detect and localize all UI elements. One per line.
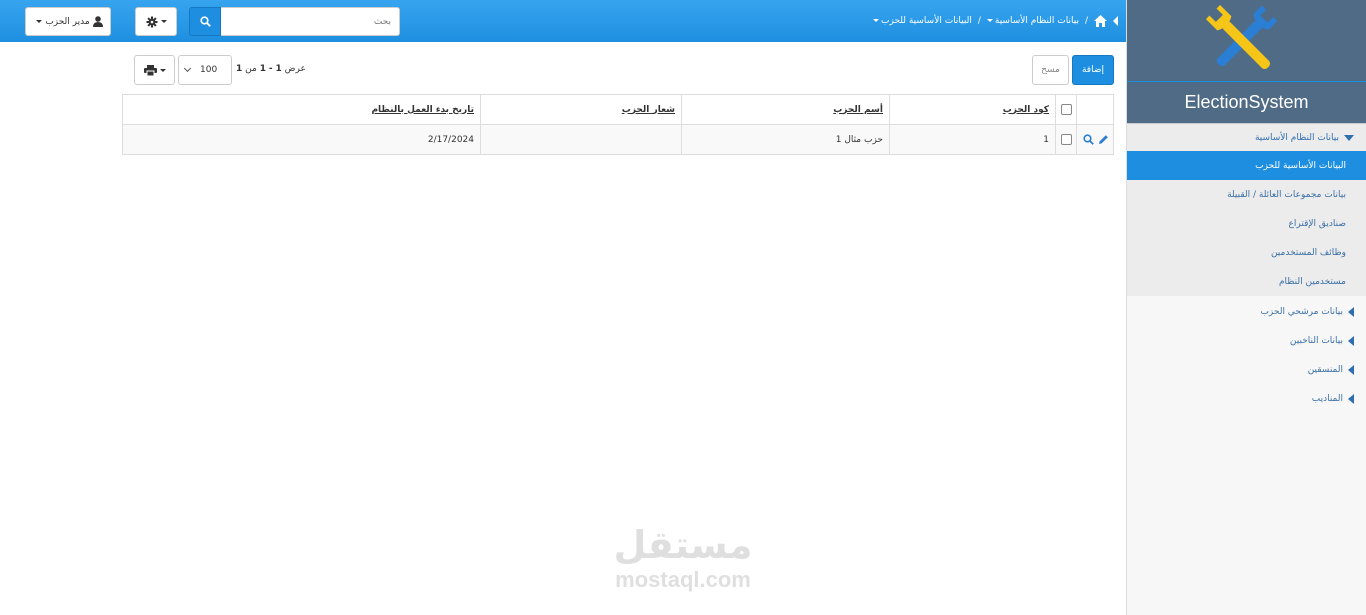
column-header-start-date[interactable]: تاريخ بدء العمل بالنظام xyxy=(122,94,481,125)
user-menu-label: مدير الحزب xyxy=(45,16,90,27)
select-all-header xyxy=(1055,94,1077,125)
user-menu-button[interactable]: مدير الحزب xyxy=(25,7,111,36)
app-name: ElectionSystem xyxy=(1184,92,1309,112)
sidebar-item-label: صناديق الإقتراع xyxy=(1288,218,1346,229)
search-group xyxy=(189,7,400,36)
table-header-row: كود الحزب أسم الحزب شعار الحزب تاريخ بدء… xyxy=(122,94,1114,125)
cell-code: 1 xyxy=(889,124,1056,155)
edit-pencil-icon[interactable] xyxy=(1098,134,1109,145)
watermark-arabic: مستقل xyxy=(613,523,753,567)
paging-dash: - xyxy=(268,64,273,74)
sidebar-item-party-data[interactable]: البيانات الأساسية للحزب xyxy=(1127,151,1366,180)
watermark-latin: mostaql.com xyxy=(615,567,751,592)
actions-header xyxy=(1076,94,1114,125)
page-size-select[interactable]: 100 xyxy=(178,55,232,85)
search-input[interactable] xyxy=(221,7,400,36)
caret-down-icon xyxy=(1344,134,1354,141)
sidebar-toggle-icon[interactable] xyxy=(1113,16,1118,26)
sidebar-nav: بيانات النظام الأساسية البيانات الأساسية… xyxy=(1127,124,1366,413)
caret-down-icon xyxy=(160,20,167,23)
settings-button[interactable] xyxy=(135,7,177,36)
breadcrumb-separator: / xyxy=(1084,16,1088,26)
sidebar-group-label: بيانات النظام الأساسية xyxy=(1254,132,1339,143)
brand-header: ElectionSystem xyxy=(1127,0,1366,124)
sidebar-group-label: المنسقين xyxy=(1307,364,1343,375)
watermark-logo: مستقل mostaql.com xyxy=(600,522,766,606)
breadcrumb-separator: / xyxy=(977,16,981,26)
cell-logo xyxy=(480,124,682,155)
sidebar-group-basic-data[interactable]: بيانات النظام الأساسية xyxy=(1127,124,1366,151)
user-icon xyxy=(92,16,103,27)
sidebar-group-coordinators[interactable]: المنسقين xyxy=(1127,355,1366,384)
column-header-logo[interactable]: شعار الحزب xyxy=(480,94,682,125)
paging-from: 1 xyxy=(275,64,282,74)
caret-down-icon xyxy=(873,19,880,22)
caret-left-icon xyxy=(1348,364,1354,375)
caret-down-icon xyxy=(36,20,43,23)
breadcrumb: / بيانات النظام الأساسية / البيانات الأس… xyxy=(873,0,1118,42)
sidebar-item-ballot-boxes[interactable]: صناديق الإقتراع xyxy=(1127,209,1366,238)
gear-icon xyxy=(146,16,157,27)
sidebar-submenu: البيانات الأساسية للحزب بيانات مجموعات ا… xyxy=(1127,151,1366,296)
select-all-checkbox[interactable] xyxy=(1060,104,1072,115)
brand-divider xyxy=(1127,81,1366,82)
view-search-icon[interactable] xyxy=(1083,134,1094,145)
sidebar-item-user-roles[interactable]: وظائف المستخدمين xyxy=(1127,238,1366,267)
paging-info: عرض 1 - 1 من 1 xyxy=(236,64,306,74)
caret-down-icon xyxy=(159,68,166,72)
paging-of: من xyxy=(245,64,257,74)
tools-logo-icon xyxy=(1205,4,1278,70)
chevron-down-icon xyxy=(183,64,192,73)
sidebar-item-label: البيانات الأساسية للحزب xyxy=(1255,160,1346,171)
sidebar-group-candidates[interactable]: بيانات مرشحي الحزب xyxy=(1127,297,1366,326)
breadcrumb-item-party-data[interactable]: البيانات الأساسية للحزب xyxy=(873,16,972,26)
paging-prefix: عرض xyxy=(284,64,306,74)
breadcrumb-item-basic-data[interactable]: بيانات النظام الأساسية xyxy=(986,16,1079,26)
party-table: كود الحزب أسم الحزب شعار الحزب تاريخ بدء… xyxy=(122,94,1114,155)
row-select-cell xyxy=(1055,124,1077,155)
sidebar-group-label: المناديب xyxy=(1311,393,1343,404)
page-size-value: 100 xyxy=(200,65,218,75)
print-button[interactable] xyxy=(134,55,175,85)
sidebar-group-label: بيانات مرشحي الحزب xyxy=(1260,306,1343,317)
column-header-name[interactable]: أسم الحزب xyxy=(681,94,890,125)
sidebar: ElectionSystem بيانات النظام الأساسية ال… xyxy=(1126,0,1366,615)
add-button[interactable]: إضافة xyxy=(1072,55,1114,85)
sidebar-item-system-users[interactable]: مستخدمين النظام xyxy=(1127,267,1366,296)
app-root: / بيانات النظام الأساسية / البيانات الأس… xyxy=(0,0,1366,615)
search-icon xyxy=(199,16,211,27)
paging-to: 1 xyxy=(259,64,266,74)
top-bar: / بيانات النظام الأساسية / البيانات الأس… xyxy=(0,0,1126,42)
sidebar-item-label: مستخدمين النظام xyxy=(1278,276,1346,287)
caret-left-icon xyxy=(1348,306,1354,317)
cell-start-date: 2/17/2024 xyxy=(122,124,481,155)
sidebar-item-label: بيانات مجموعات العائلة / القبيلة xyxy=(1227,189,1346,200)
column-header-code[interactable]: كود الحزب xyxy=(889,94,1056,125)
sidebar-item-label: وظائف المستخدمين xyxy=(1270,247,1346,258)
print-icon xyxy=(143,64,157,76)
table-row: 1 حزب مثال 1 2/17/2024 xyxy=(122,124,1114,155)
paging-total: 1 xyxy=(236,64,243,74)
search-button[interactable] xyxy=(189,7,221,36)
clear-button[interactable]: مسح xyxy=(1032,55,1069,85)
row-checkbox[interactable] xyxy=(1060,134,1072,145)
home-icon[interactable] xyxy=(1094,15,1107,27)
breadcrumb-item-label: بيانات النظام الأساسية xyxy=(994,16,1079,26)
sidebar-group-delegates[interactable]: المناديب xyxy=(1127,384,1366,413)
caret-down-icon xyxy=(986,19,993,22)
breadcrumb-item-label: البيانات الأساسية للحزب xyxy=(881,16,972,26)
sidebar-item-family-groups[interactable]: بيانات مجموعات العائلة / القبيلة xyxy=(1127,180,1366,209)
row-actions xyxy=(1076,124,1114,155)
sidebar-group-label: بيانات الناخبين xyxy=(1289,335,1343,346)
caret-left-icon xyxy=(1348,335,1354,346)
sidebar-group-voters[interactable]: بيانات الناخبين xyxy=(1127,326,1366,355)
caret-left-icon xyxy=(1348,393,1354,404)
cell-name: حزب مثال 1 xyxy=(681,124,890,155)
